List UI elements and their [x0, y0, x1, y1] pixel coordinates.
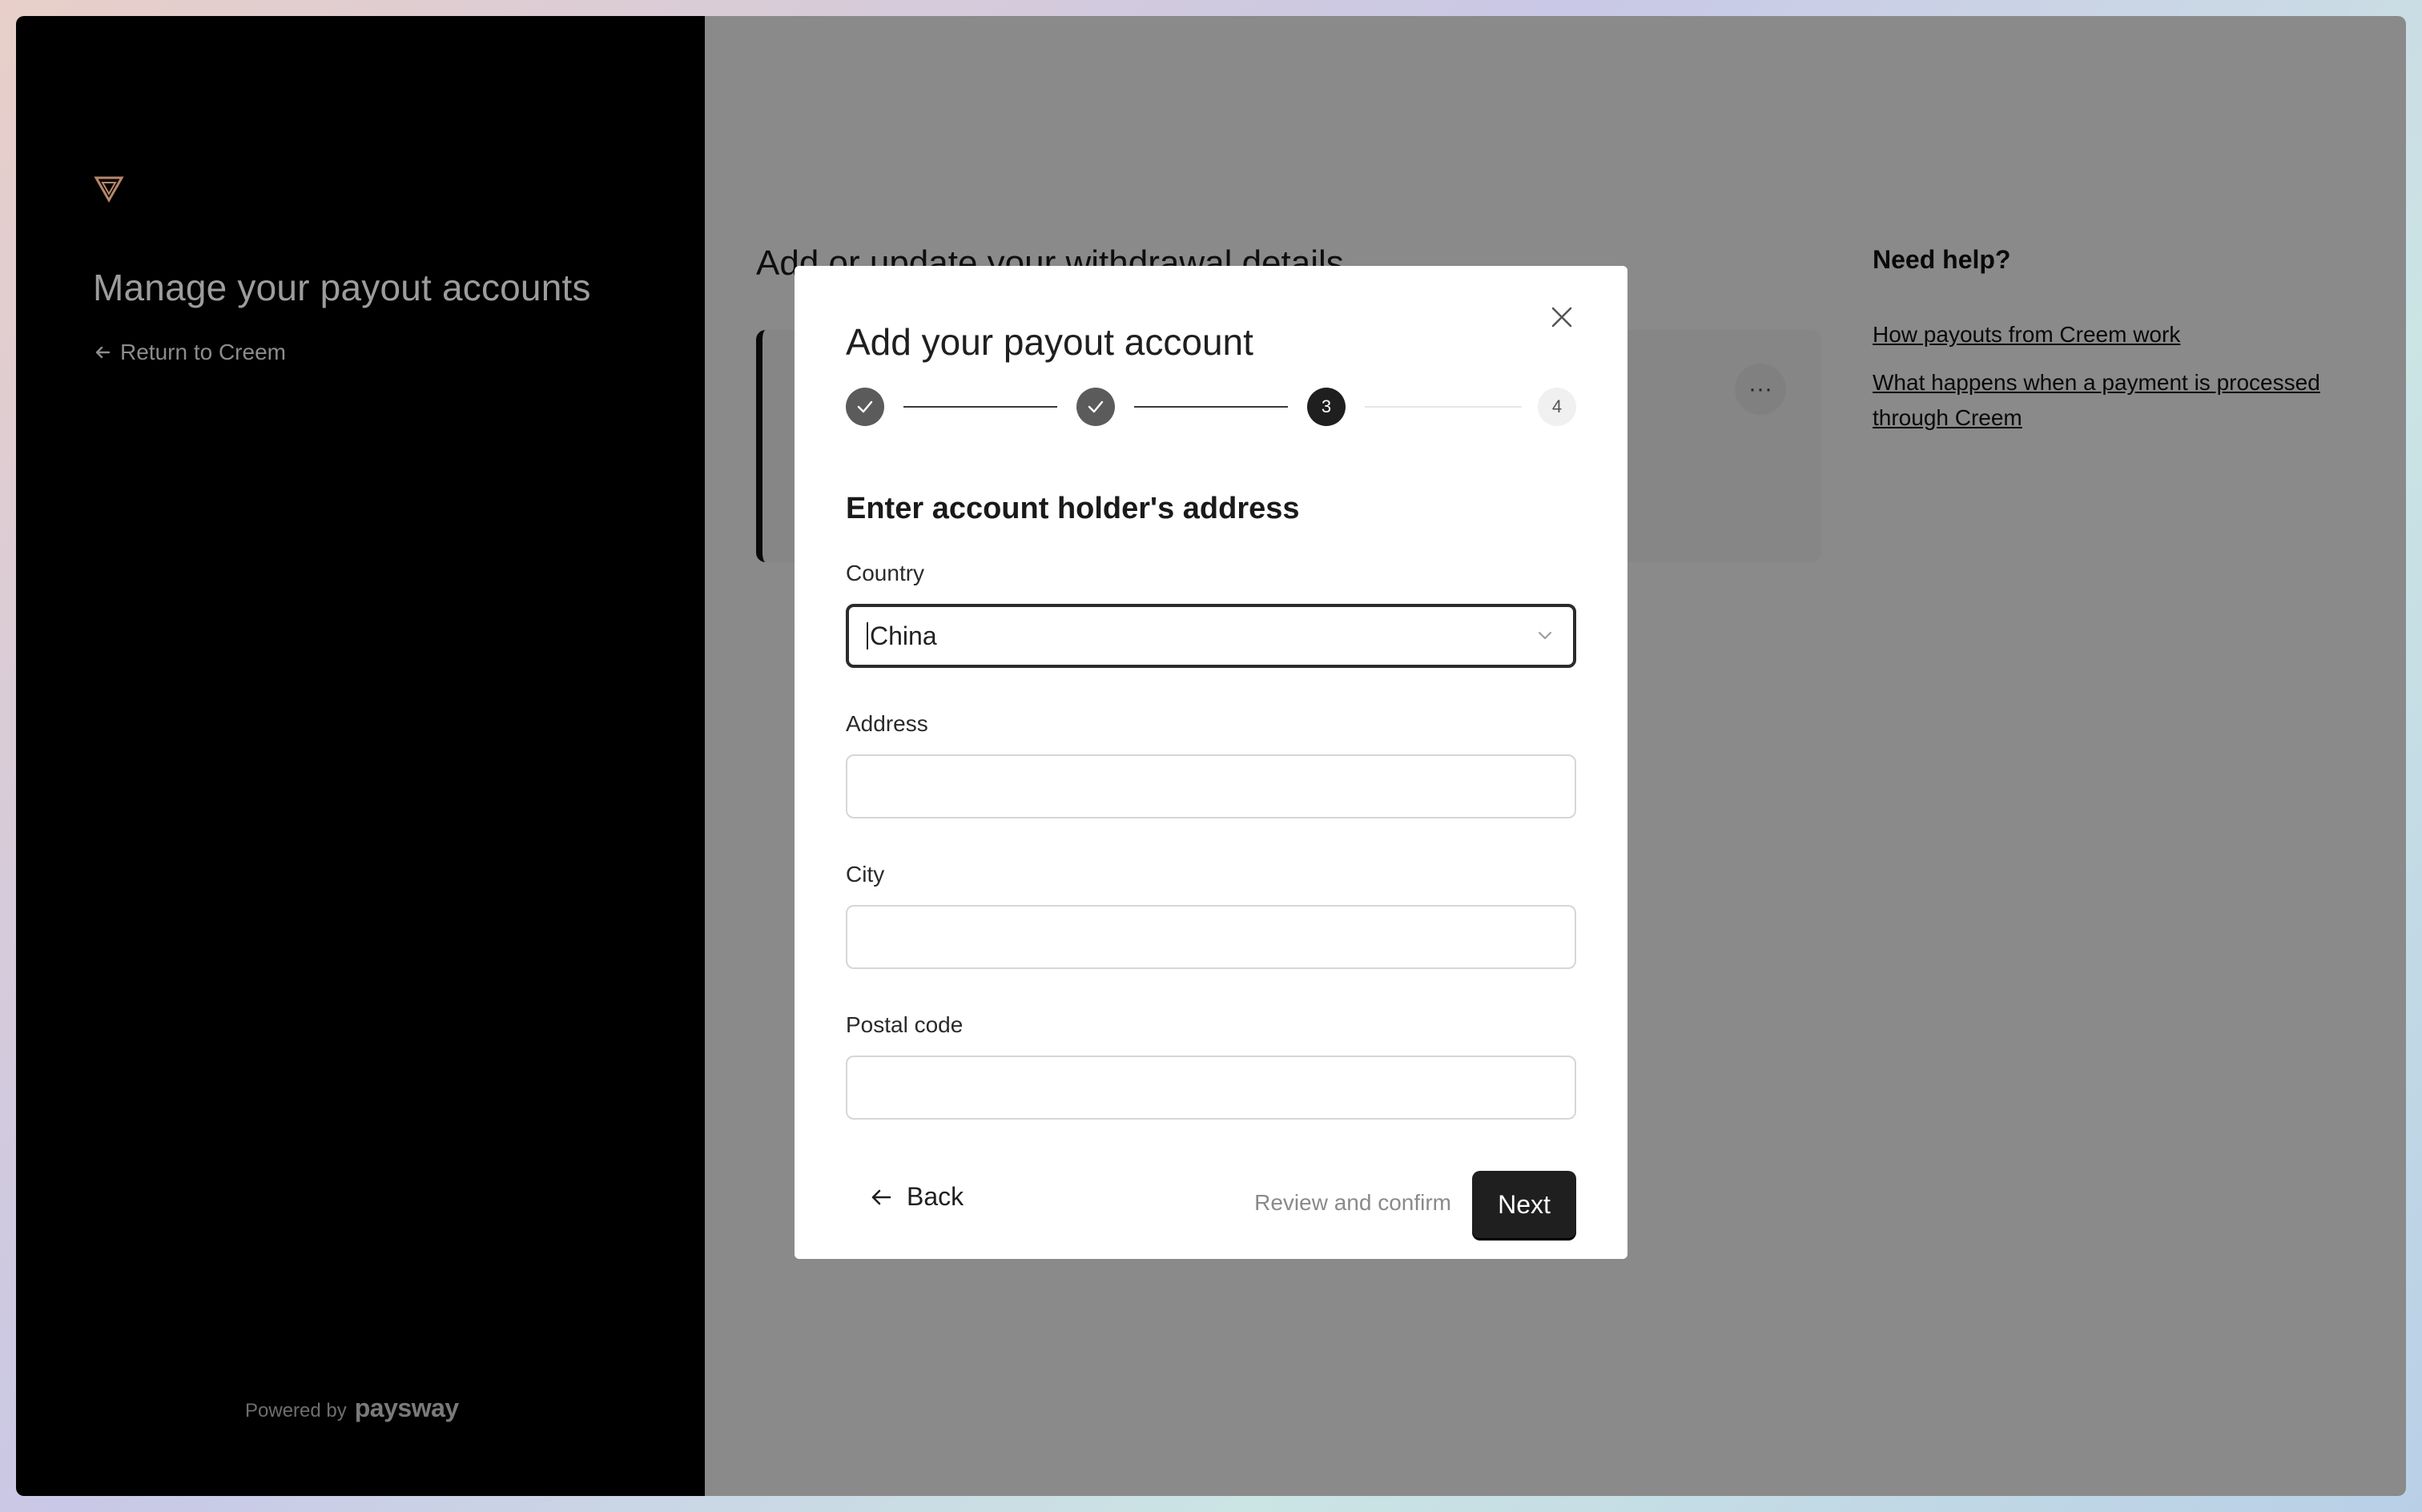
check-icon	[857, 400, 873, 413]
country-select-value-wrap: China	[867, 621, 937, 651]
chevron-down-icon	[1539, 632, 1551, 639]
check-icon	[1088, 400, 1104, 413]
modal-footer: Back Review and confirm Next	[846, 1171, 1576, 1238]
modal-title: Add your payout account	[846, 321, 1253, 363]
app-window: Manage your payout accounts Return to Cr…	[16, 16, 2406, 1496]
powered-brand-logo: paysway	[354, 1393, 459, 1422]
powered-by: Powered by paysway	[245, 1393, 459, 1423]
country-select[interactable]: China	[846, 604, 1576, 668]
arrow-left-icon	[95, 346, 111, 359]
powered-label: Powered by	[245, 1400, 347, 1422]
step-2	[1076, 388, 1115, 426]
arrow-left-icon	[871, 1189, 891, 1204]
back-button-label: Back	[907, 1182, 964, 1211]
postal-code-input[interactable]	[846, 1056, 1576, 1120]
back-button[interactable]: Back	[868, 1182, 964, 1212]
next-step-hint: Review and confirm	[1254, 1190, 1451, 1215]
city-label: City	[846, 862, 885, 887]
triangle-logo-icon	[94, 176, 124, 203]
page-title: Manage your payout accounts	[93, 267, 591, 308]
step-1	[846, 388, 884, 426]
step-4: 4	[1538, 388, 1576, 426]
payout-account-modal: Add your payout account 3 4 Enter accoun…	[795, 266, 1627, 1259]
step-3: 3	[1307, 388, 1346, 426]
postal-code-label: Postal code	[846, 1012, 964, 1037]
address-input[interactable]	[846, 754, 1576, 818]
section-title: Enter account holder's address	[846, 492, 1300, 525]
return-link-label: Return to Creem	[120, 340, 286, 364]
next-button[interactable]: Next	[1472, 1171, 1576, 1238]
step-connector	[1365, 406, 1522, 408]
sidebar-panel: Manage your payout accounts Return to Cr…	[16, 16, 705, 1496]
close-button[interactable]	[1544, 300, 1579, 335]
return-link[interactable]: Return to Creem	[93, 340, 286, 365]
country-label: Country	[846, 561, 925, 585]
close-icon	[1551, 307, 1572, 328]
step-connector	[903, 406, 1057, 408]
country-value: China	[870, 621, 937, 650]
address-label: Address	[846, 711, 928, 736]
step-connector	[1134, 406, 1288, 408]
text-caret	[867, 622, 868, 649]
city-input[interactable]	[846, 905, 1576, 969]
stepper: 3 4	[846, 388, 1576, 428]
